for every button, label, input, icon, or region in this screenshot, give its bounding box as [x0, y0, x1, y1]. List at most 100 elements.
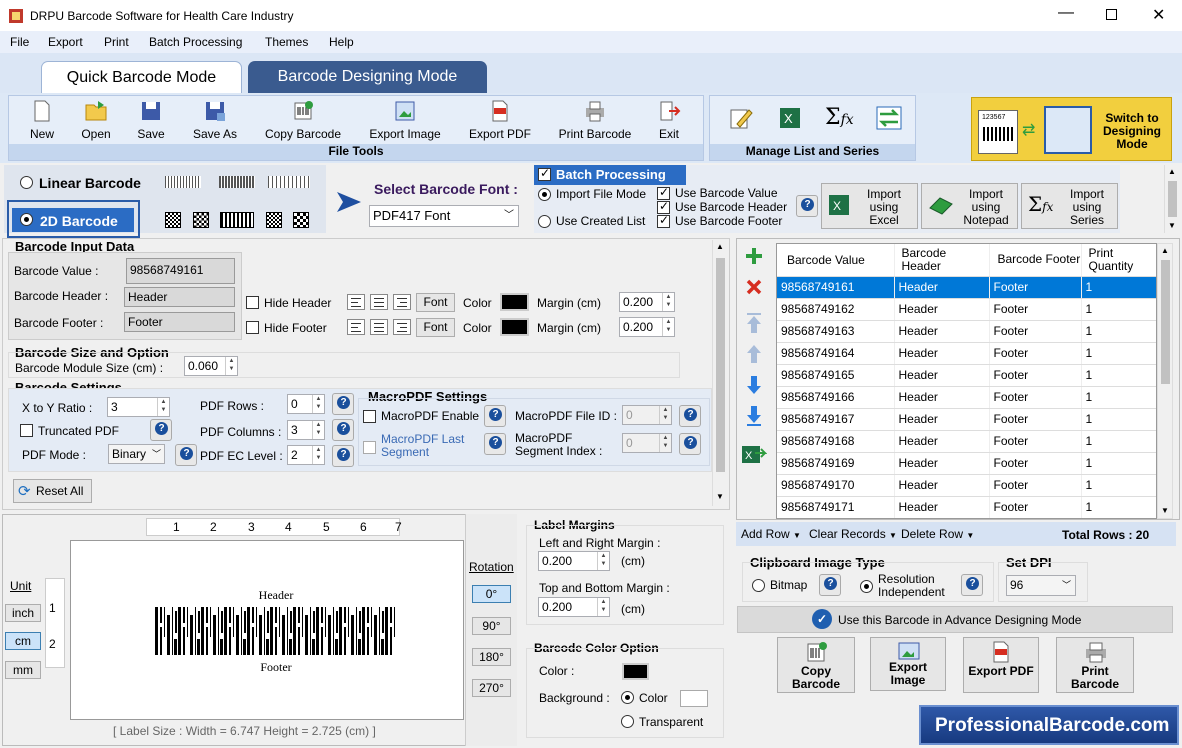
table-cell[interactable]: Header — [894, 276, 990, 299]
spinner-icon[interactable]: ▲ ▼ — [312, 446, 324, 464]
spinner-icon[interactable]: ▲ ▼ — [312, 421, 324, 439]
table-cell[interactable]: Footer — [989, 408, 1082, 431]
header-color-swatch[interactable] — [500, 293, 529, 311]
table-cell[interactable]: 1 — [1081, 276, 1156, 299]
table-cell[interactable]: 1 — [1081, 430, 1156, 453]
excel-export-icon[interactable]: X — [741, 443, 767, 465]
table-cell[interactable]: Header — [894, 496, 990, 518]
help-icon[interactable] — [150, 419, 172, 441]
unit-cm-button[interactable]: cm — [5, 632, 41, 650]
spinner-icon[interactable]: ▲ ▼ — [659, 434, 671, 452]
module-size-input[interactable]: 0.060 ▲ ▼ — [184, 356, 238, 376]
import-file-mode-radio[interactable] — [538, 188, 551, 201]
table-cell[interactable]: Header — [894, 474, 990, 497]
tb-margin-input[interactable]: 0.200 ▲ ▼ — [538, 597, 610, 617]
spinner-icon[interactable]: ▲ ▼ — [662, 293, 674, 311]
menu-export[interactable]: Export — [48, 35, 83, 49]
print-barcode-action[interactable]: Print Barcode — [1056, 637, 1134, 693]
table-cell[interactable]: Footer — [989, 496, 1082, 518]
macropdf-last-checkbox[interactable] — [363, 441, 376, 454]
spinner-icon[interactable]: ▲ ▼ — [597, 552, 609, 570]
help-icon[interactable] — [819, 574, 841, 596]
table-cell[interactable]: Header — [894, 430, 990, 453]
barcode-footer-input[interactable]: Footer — [124, 312, 235, 332]
maximize-icon[interactable] — [1106, 9, 1117, 20]
pdf-rows-input[interactable]: 0 ▲ ▼ — [287, 394, 325, 414]
table-cell[interactable]: Footer — [989, 298, 1082, 321]
bitmap-radio[interactable] — [752, 579, 765, 592]
unit-inch-button[interactable]: inch — [5, 604, 41, 622]
table-cell[interactable]: 98568749162 — [777, 298, 895, 321]
help-icon[interactable] — [484, 433, 506, 455]
clear-records-dropdown[interactable]: Clear Records ▼ — [809, 527, 897, 541]
minimize-icon[interactable]: — — [1058, 4, 1074, 22]
pdf-ec-level-input[interactable]: 2 ▲ ▼ — [287, 445, 325, 465]
help-icon[interactable] — [679, 433, 701, 455]
align-left-icon[interactable] — [347, 319, 365, 335]
help-icon[interactable] — [175, 444, 197, 466]
table-cell[interactable]: 98568749166 — [777, 386, 895, 409]
hide-header-checkbox[interactable] — [246, 296, 259, 309]
spinner-icon[interactable]: ▲ ▼ — [597, 598, 609, 616]
copy-barcode-action[interactable]: Copy Barcode — [777, 637, 855, 693]
barcode-label[interactable]: Header Footer — [148, 580, 404, 684]
table-row[interactable]: 98568749163 Header Footer 1 — [777, 320, 1156, 343]
background-transparent-radio[interactable] — [621, 715, 634, 728]
rotation-0-button[interactable]: 0° — [472, 585, 511, 603]
move-down-icon[interactable] — [745, 375, 763, 395]
table-cell[interactable]: Footer — [989, 474, 1082, 497]
truncated-pdf-checkbox[interactable] — [20, 424, 33, 437]
spinner-icon[interactable]: ▲ ▼ — [312, 395, 324, 413]
spinner-icon[interactable]: ▲ ▼ — [225, 357, 237, 375]
menu-help[interactable]: Help — [329, 35, 354, 49]
batch-processing-checkbox[interactable] — [538, 166, 551, 181]
move-top-icon[interactable] — [745, 312, 763, 334]
table-cell[interactable]: Header — [894, 386, 990, 409]
dpi-select[interactable]: 96 ﹀ — [1006, 575, 1076, 596]
help-icon[interactable] — [332, 419, 354, 441]
align-left-icon[interactable] — [347, 294, 365, 310]
macropdf-segment-input[interactable]: 0 ▲ ▼ — [622, 433, 672, 453]
table-cell[interactable]: Footer — [989, 342, 1082, 365]
table-row[interactable]: 98568749168 Header Footer 1 — [777, 430, 1156, 453]
table-row[interactable]: 98568749164 Header Footer 1 — [777, 342, 1156, 365]
column-header[interactable]: Barcode Header — [894, 244, 990, 277]
import-series-button[interactable]: Σfx Import using Series — [1021, 183, 1118, 229]
table-cell[interactable]: 1 — [1081, 342, 1156, 365]
spinner-icon[interactable]: ▲ ▼ — [659, 406, 671, 424]
background-color-swatch[interactable] — [680, 690, 708, 707]
table-cell[interactable]: Header — [894, 364, 990, 387]
series-formula-icon[interactable]: Σfx — [825, 105, 854, 130]
table-scrollbar[interactable]: ▲ ▼ — [1157, 243, 1173, 519]
table-cell[interactable]: 98568749167 — [777, 408, 895, 431]
footer-color-swatch[interactable] — [500, 318, 529, 336]
use-created-list-radio[interactable] — [538, 215, 551, 228]
table-cell[interactable]: 1 — [1081, 320, 1156, 343]
table-row[interactable]: 98568749162 Header Footer 1 — [777, 298, 1156, 321]
add-row-dropdown[interactable]: Add Row ▼ — [741, 527, 801, 541]
unit-mm-button[interactable]: mm — [5, 661, 41, 679]
table-cell[interactable]: Footer — [989, 452, 1082, 475]
hide-footer-checkbox[interactable] — [246, 321, 259, 334]
table-cell[interactable]: 1 — [1081, 364, 1156, 387]
table-cell[interactable]: Footer — [989, 430, 1082, 453]
background-color-radio[interactable] — [621, 691, 634, 704]
align-center-icon[interactable] — [370, 319, 388, 335]
reset-all-button[interactable]: ⟳ Reset All — [13, 479, 92, 503]
table-cell[interactable]: Footer — [989, 320, 1082, 343]
edit-list-icon[interactable] — [729, 106, 753, 130]
resolution-independent-radio[interactable] — [860, 580, 873, 593]
align-right-icon[interactable] — [393, 294, 411, 310]
xy-ratio-input[interactable]: 3 ▲ ▼ — [107, 397, 170, 417]
close-icon[interactable]: ✕ — [1152, 5, 1165, 25]
table-cell[interactable]: 1 — [1081, 386, 1156, 409]
table-row[interactable]: 98568749171 Header Footer 1 — [777, 496, 1156, 518]
linear-barcode-radio[interactable] — [20, 176, 33, 189]
table-row[interactable]: 98568749169 Header Footer 1 — [777, 452, 1156, 475]
use-in-advance-mode-button[interactable]: ✓ Use this Barcode in Advance Designing … — [737, 606, 1173, 633]
header-font-button[interactable]: Font — [416, 293, 455, 312]
barcode-header-input[interactable]: Header — [124, 287, 235, 307]
table-cell[interactable]: 98568749161 — [777, 276, 895, 299]
barcode-value-input[interactable]: 98568749161 — [126, 258, 235, 284]
rotation-180-button[interactable]: 180° — [472, 648, 511, 666]
